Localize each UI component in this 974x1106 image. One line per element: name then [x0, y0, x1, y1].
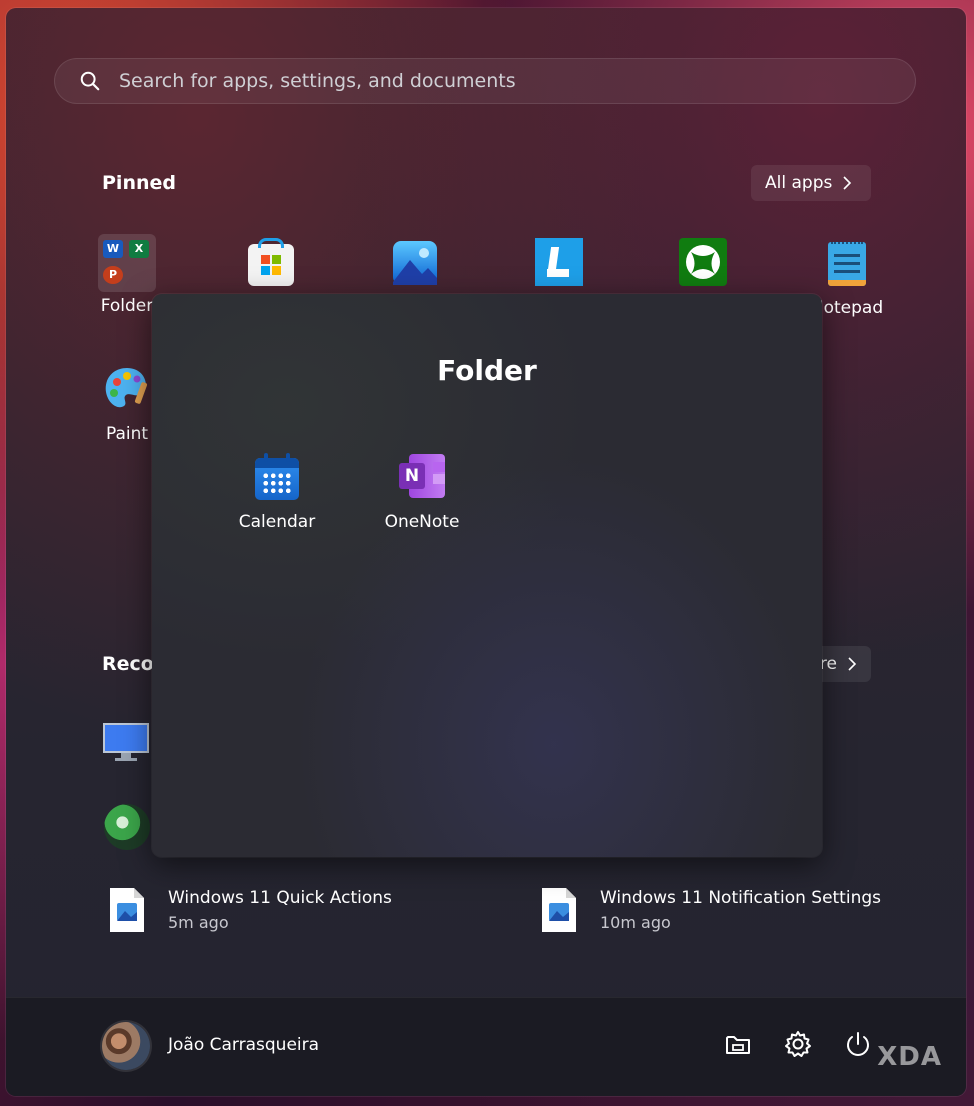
avatar[interactable]: [102, 1022, 150, 1070]
recommended-monitor-icon[interactable]: [103, 723, 151, 761]
notepad-icon: [822, 238, 872, 288]
microsoft-store-icon: [246, 238, 296, 288]
file-explorer-icon[interactable]: [722, 1028, 754, 1060]
xbox-icon: [678, 238, 728, 288]
folder-group-icon: W X P: [98, 234, 156, 292]
pinned-title: Pinned: [102, 172, 176, 194]
image-file-icon: [110, 888, 144, 932]
settings-gear-icon[interactable]: [782, 1028, 814, 1060]
folder-popup: Folder Calendar N OneNote: [152, 294, 822, 857]
folder-app-label: Calendar: [238, 512, 316, 532]
power-icon[interactable]: [842, 1028, 874, 1060]
pinned-app-l[interactable]: [504, 238, 614, 288]
folder-app-label: OneNote: [384, 512, 460, 532]
recommended-item[interactable]: Windows 11 Notification Settings 10m ago: [542, 888, 881, 932]
xda-watermark: XDA: [877, 1042, 942, 1072]
all-apps-button[interactable]: All apps: [751, 165, 871, 201]
all-apps-label: All apps: [765, 173, 833, 193]
folder-title[interactable]: Folder: [152, 354, 822, 387]
onenote-icon: N: [397, 452, 447, 502]
pinned-app-photos[interactable]: [360, 238, 470, 288]
start-footer: João Carrasqueira XDA: [6, 997, 966, 1096]
recommended-item-name: Windows 11 Quick Actions: [168, 888, 392, 908]
letter-l-app-icon: [534, 238, 584, 288]
folder-app-onenote[interactable]: N OneNote: [367, 452, 477, 532]
start-menu: Search for apps, settings, and documents…: [6, 8, 966, 1096]
paint-icon: [102, 364, 152, 414]
calendar-icon: [252, 452, 302, 502]
search-icon: [80, 71, 100, 91]
pinned-app-store[interactable]: [216, 238, 326, 288]
chevron-right-icon: [843, 176, 852, 190]
search-box[interactable]: Search for apps, settings, and documents: [54, 58, 916, 104]
pinned-app-xbox[interactable]: [648, 238, 758, 288]
photos-icon: [390, 238, 440, 288]
recommended-item-time: 10m ago: [600, 913, 671, 932]
user-name[interactable]: João Carrasqueira: [168, 1035, 319, 1055]
chevron-right-icon: [848, 657, 857, 671]
recommended-item[interactable]: Windows 11 Quick Actions 5m ago: [110, 888, 392, 932]
folder-app-calendar[interactable]: Calendar: [222, 452, 332, 532]
recommended-item-time: 5m ago: [168, 913, 229, 932]
image-file-icon: [542, 888, 576, 932]
recommended-app-icon[interactable]: [104, 804, 150, 850]
search-placeholder: Search for apps, settings, and documents: [119, 70, 516, 92]
recommended-item-name: Windows 11 Notification Settings: [600, 888, 881, 908]
